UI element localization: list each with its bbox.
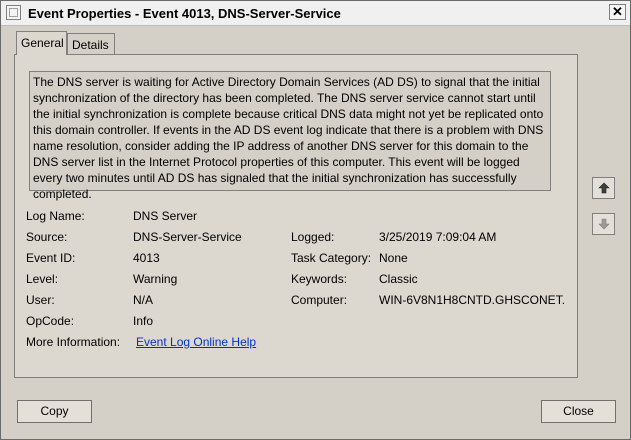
log-name-label: Log Name: <box>26 209 85 223</box>
tab-details[interactable]: Details <box>67 33 115 55</box>
computer-value: WIN-6V8N1H8CNTD.GHSCONET. <box>379 293 566 307</box>
event-id-label: Event ID: <box>26 251 76 265</box>
log-name-value: DNS Server <box>133 209 198 223</box>
close-button[interactable]: Close <box>541 400 616 423</box>
level-value: Warning <box>133 272 178 286</box>
opcode-value: Info <box>133 314 154 328</box>
tab-general[interactable]: General <box>16 31 67 55</box>
logged-label: Logged: <box>291 230 335 244</box>
event-description[interactable]: The DNS server is waiting for Active Dir… <box>29 71 551 201</box>
user-label: User: <box>26 293 55 307</box>
arrow-down-icon <box>598 218 610 230</box>
event-id-value: 4013 <box>133 251 160 265</box>
computer-label: Computer: <box>291 293 348 307</box>
keywords-label: Keywords: <box>291 272 348 286</box>
task-category-label: Task Category: <box>291 251 372 265</box>
window-title: Event Properties - Event 4013, DNS-Serve… <box>28 6 341 21</box>
source-value: DNS-Server-Service <box>133 230 242 244</box>
task-category-value: None <box>379 251 408 265</box>
window-icon <box>6 5 21 20</box>
source-label: Source: <box>26 230 68 244</box>
previous-event-button[interactable] <box>592 177 615 199</box>
close-window-button[interactable]: ✕ <box>609 4 626 20</box>
level-label: Level: <box>26 272 59 286</box>
next-event-button[interactable] <box>592 213 615 235</box>
event-log-online-help-link[interactable]: Event Log Online Help <box>136 335 256 349</box>
keywords-value: Classic <box>379 272 418 286</box>
title-bar[interactable]: Event Properties - Event 4013, DNS-Serve… <box>1 1 630 26</box>
user-value: N/A <box>133 293 154 307</box>
opcode-label: OpCode: <box>26 314 75 328</box>
more-info-label: More Information: <box>26 335 121 349</box>
event-properties-window: Event Properties - Event 4013, DNS-Serve… <box>0 0 631 440</box>
logged-value: 3/25/2019 7:09:04 AM <box>379 230 497 244</box>
arrow-up-icon <box>598 182 610 194</box>
copy-button[interactable]: Copy <box>17 400 92 423</box>
